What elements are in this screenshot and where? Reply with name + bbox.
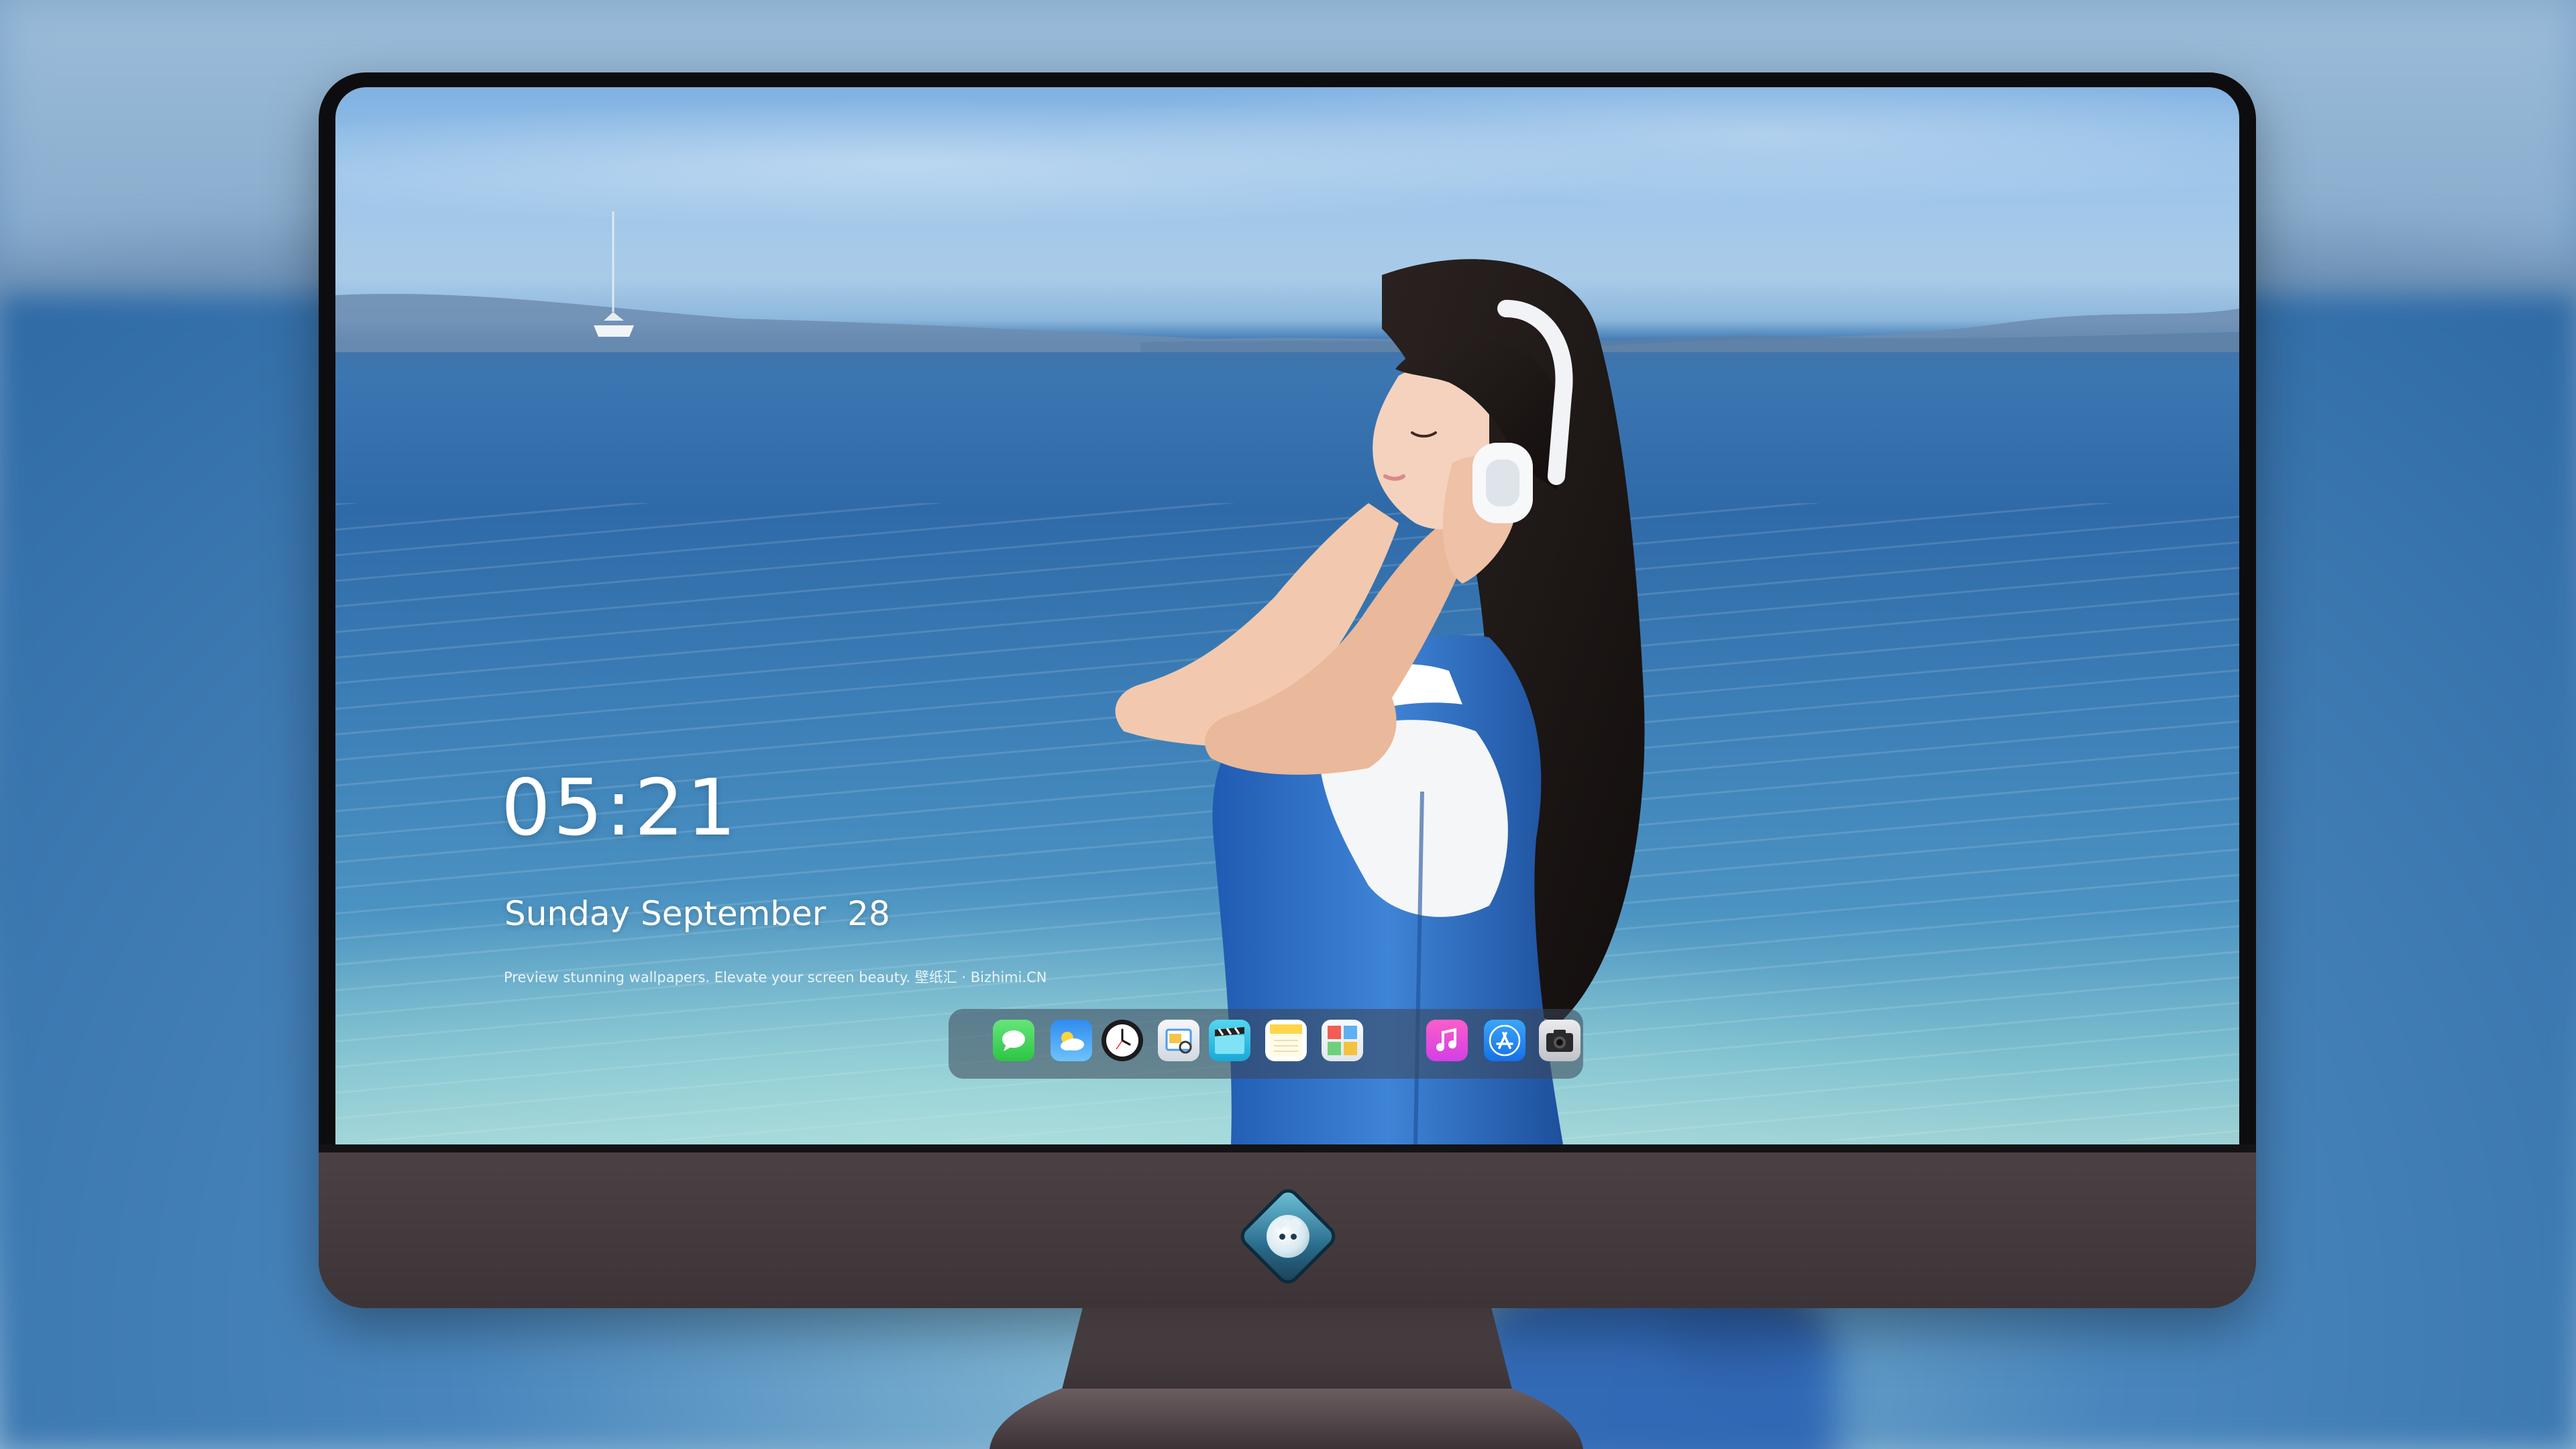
logo-mascot-eye (1279, 1234, 1285, 1240)
logo-mascot-eye (1291, 1234, 1297, 1240)
logo-mascot (1267, 1215, 1309, 1258)
preview-icon[interactable] (1158, 1020, 1199, 1061)
monitor: 05:21 Sunday September 28 Preview stunni… (319, 72, 2256, 1308)
camera-icon[interactable] (1539, 1020, 1580, 1061)
weather-icon[interactable] (1051, 1020, 1092, 1061)
wallpaper-tagline: Preview stunning wallpapers. Elevate you… (504, 969, 1047, 985)
clock-icon[interactable] (1102, 1020, 1143, 1061)
desktop-screen: 05:21 Sunday September 28 Preview stunni… (335, 87, 2239, 1144)
lock-screen-time: 05:21 (501, 763, 739, 853)
lock-screen-date: Sunday September 28 (504, 894, 890, 933)
logo-mascot-ear (1274, 1217, 1287, 1230)
calendar-icon[interactable] (1322, 1020, 1363, 1061)
notes-icon[interactable] (1265, 1020, 1307, 1061)
app-store-icon[interactable] (1484, 1020, 1525, 1061)
clips-icon[interactable] (1209, 1020, 1250, 1061)
music-icon[interactable] (1426, 1020, 1468, 1061)
logo-mascot-ear (1289, 1217, 1302, 1230)
messages-icon[interactable] (993, 1020, 1034, 1061)
